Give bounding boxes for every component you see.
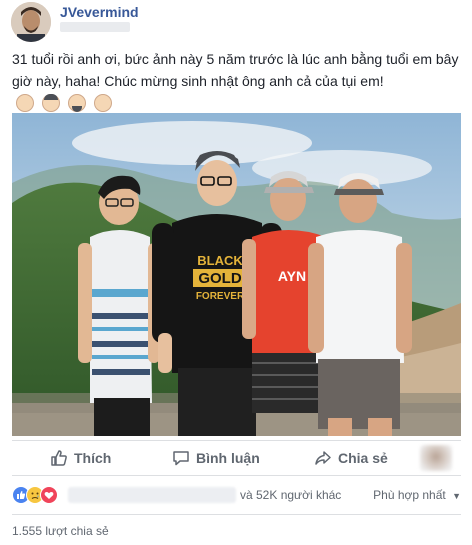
divider xyxy=(12,514,461,515)
author-avatar[interactable] xyxy=(11,2,51,42)
love-reaction-icon xyxy=(40,486,58,504)
man-emoji xyxy=(93,94,112,113)
thumbs-up-icon xyxy=(51,450,67,466)
man-hat-emoji xyxy=(41,94,60,113)
reaction-count-text: và 52K người khác xyxy=(240,488,342,502)
post-caption: 31 tuổi rồi anh ơi, bức ảnh này 5 năm tr… xyxy=(12,48,464,115)
share-button[interactable]: Chia sẻ xyxy=(314,441,388,475)
share-count[interactable]: 1.555 lượt chia sẻ xyxy=(12,524,109,538)
comment-label: Bình luận xyxy=(196,450,260,466)
caption-text: 31 tuổi rồi anh ơi, bức ảnh này 5 năm tr… xyxy=(12,51,459,89)
red-shirt-text: AYN xyxy=(278,268,306,284)
share-arrow-icon xyxy=(315,451,331,465)
caption-emoji-row xyxy=(16,93,116,115)
man-emoji xyxy=(16,94,34,113)
facebook-post: JVevermind 31 tuổi rồi anh ơi, bức ảnh n… xyxy=(0,0,472,545)
share-as-avatar-redacted[interactable] xyxy=(420,445,452,471)
comment-sort-dropdown[interactable]: Phù hợp nhất ▼ xyxy=(373,488,461,502)
comment-icon xyxy=(173,451,189,466)
shirt-text-forever: FOREVER xyxy=(196,291,245,302)
man-beard-emoji xyxy=(67,94,86,113)
share-label: Chia sẻ xyxy=(338,450,388,466)
post-photo[interactable]: BLACK GOLD FOREVER AYN xyxy=(12,113,461,436)
shirt-text-black: BLACK xyxy=(197,253,243,268)
comment-button[interactable]: Bình luận xyxy=(172,441,260,475)
reactor-names-redacted xyxy=(68,487,236,503)
like-label: Thích xyxy=(74,450,112,466)
like-button[interactable]: Thích xyxy=(50,441,111,475)
post-action-bar: Thích Bình luận Chia sẻ xyxy=(12,440,461,476)
reactions-summary[interactable]: và 52K người khác Phù hợp nhất ▼ xyxy=(12,486,461,506)
shirt-text-gold: GOLD xyxy=(198,270,241,287)
author-name[interactable]: JVevermind xyxy=(60,4,139,20)
caret-down-icon: ▼ xyxy=(452,491,461,501)
post-timestamp-redacted xyxy=(60,22,130,32)
comment-sort-label: Phù hợp nhất xyxy=(373,488,446,502)
